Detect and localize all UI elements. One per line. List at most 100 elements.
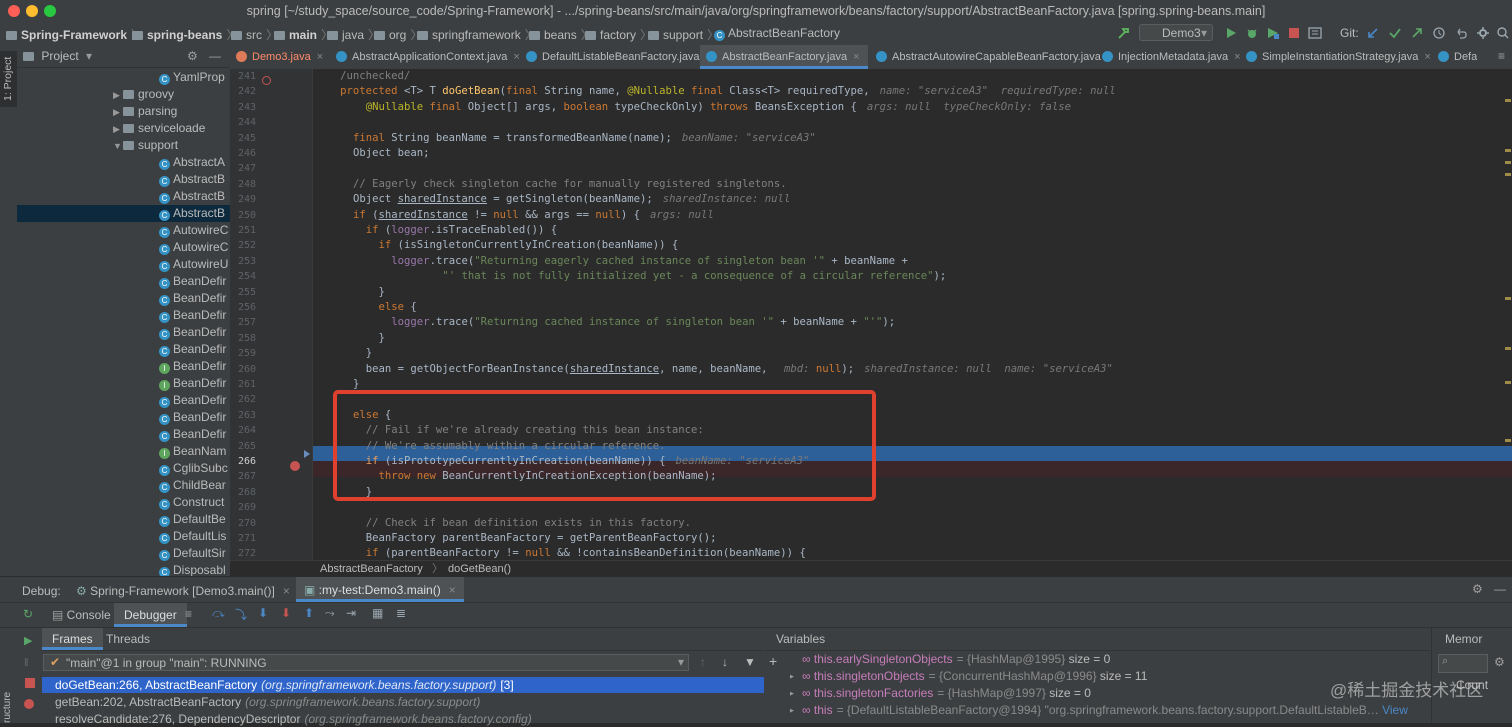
editor-gutter[interactable]: 241 242 243 244 245 246 247 248 249 250 251 252 253 2…: [230, 69, 313, 575]
tree-item[interactable]: C BeanDefir: [159, 324, 226, 341]
tree-item[interactable]: C DefaultSir: [159, 545, 226, 562]
tab-demo3[interactable]: Demo3.java ×: [230, 45, 336, 69]
tab-abstract-bean-factory[interactable]: AbstractBeanFactory.java ×: [700, 45, 868, 69]
tree-item[interactable]: ▶ serviceloade: [113, 120, 205, 137]
view-breakpoints-icon[interactable]: [24, 699, 34, 709]
run-to-cursor-icon[interactable]: ⇥: [346, 606, 356, 620]
tree-item[interactable]: C BeanDefir: [159, 307, 226, 324]
code-line[interactable]: final String beanName = transformedBeanN…: [353, 131, 816, 146]
close-icon[interactable]: ×: [513, 51, 519, 63]
project-panel-title[interactable]: Project: [41, 49, 78, 63]
nav-crumb-class[interactable]: C AbstractBeanFactory: [714, 26, 840, 41]
code-line[interactable]: Object bean;: [353, 146, 430, 161]
tree-item[interactable]: C YamlProp: [159, 69, 225, 86]
git-push-icon[interactable]: [1410, 26, 1424, 40]
frames-tab[interactable]: Frames: [42, 628, 103, 650]
evaluate-expression-icon[interactable]: ▦: [372, 606, 383, 620]
debug-icon[interactable]: [1245, 26, 1259, 40]
close-icon[interactable]: ×: [283, 584, 290, 598]
threads-tab[interactable]: Threads: [106, 632, 150, 646]
expand-arrow-icon[interactable]: ▶: [790, 685, 794, 702]
coverage-icon[interactable]: [1266, 26, 1280, 40]
tree-item[interactable]: C DefaultLis: [159, 528, 226, 545]
gear-icon[interactable]: ⚙: [187, 45, 198, 67]
code-line[interactable]: "' that is not fully initialized yet - a…: [442, 269, 946, 284]
chevron-right-icon[interactable]: ▶: [113, 121, 123, 138]
nav-crumb-module[interactable]: spring-beans〉: [132, 26, 238, 43]
trace-icon[interactable]: ≣: [396, 606, 406, 620]
expand-arrow-icon[interactable]: ▶: [790, 668, 794, 685]
code-line[interactable]: /unchecked/: [340, 69, 410, 84]
menu-icon[interactable]: ≡: [185, 607, 192, 621]
tree-item[interactable]: C AutowireC: [159, 239, 228, 256]
run-config-select[interactable]: Demo3 ▾: [1139, 24, 1213, 41]
nav-crumb-beans[interactable]: beans〉: [529, 26, 593, 43]
tree-item[interactable]: C Construct: [159, 494, 224, 511]
minimize-window-button[interactable]: [26, 5, 38, 17]
tree-item[interactable]: C AutowireU: [159, 256, 228, 273]
tab-abstract-application-context[interactable]: AbstractApplicationContext.java ×: [330, 45, 536, 69]
structure-icon[interactable]: [1308, 26, 1322, 40]
stop-icon[interactable]: [25, 678, 35, 688]
down-arrow-icon[interactable]: ↓: [722, 655, 728, 669]
tree-item[interactable]: I BeanNam: [159, 443, 226, 460]
rollback-icon[interactable]: [1454, 26, 1468, 40]
tree-item[interactable]: C BeanDefir: [159, 392, 226, 409]
console-tab[interactable]: ▤ Console: [52, 608, 111, 622]
memory-search-input[interactable]: ⌕: [1438, 654, 1488, 673]
tree-item[interactable]: ▼ support: [113, 137, 178, 154]
step-out-icon[interactable]: ⬆: [304, 606, 314, 620]
nav-crumb-factory[interactable]: factory 〉: [585, 26, 652, 43]
tree-item[interactable]: ▶ groovy: [113, 86, 174, 103]
variable-row[interactable]: ▶ ∞ this = {DefaultListableBeanFactory@199…: [790, 702, 1430, 719]
chevron-down-icon[interactable]: ▾: [86, 49, 92, 63]
run-icon[interactable]: [1224, 26, 1238, 40]
show-execution-point-icon[interactable]: ⤼: [212, 606, 225, 621]
code-line[interactable]: else {: [379, 300, 417, 315]
history-icon[interactable]: [1432, 26, 1446, 40]
variable-row[interactable]: ∞ this.earlySingletonObjects = {HashMap@1…: [790, 651, 1430, 668]
chevron-down-icon[interactable]: ▼: [113, 138, 123, 155]
breakpoint-icon[interactable]: [290, 461, 300, 471]
force-step-into-icon[interactable]: ⬇: [281, 606, 291, 620]
code-breadcrumb-class[interactable]: AbstractBeanFactory: [320, 561, 423, 577]
stop-icon[interactable]: [1287, 26, 1301, 40]
nav-crumb-support[interactable]: support〉: [648, 26, 719, 43]
nav-crumb-springframework[interactable]: springframework〉: [417, 26, 537, 43]
tree-item[interactable]: ▶ parsing: [113, 103, 177, 120]
filter-icon[interactable]: ▼: [744, 655, 756, 669]
breakpoint-icon[interactable]: [262, 76, 271, 85]
code-line[interactable]: protected <T> T doGetBean(final String n…: [340, 84, 1115, 99]
code-line[interactable]: logger.trace("Returning cached instance …: [391, 315, 895, 330]
code-line[interactable]: Object sharedInstance = getSingleton(bea…: [353, 192, 790, 207]
thread-selector[interactable]: ✔ "main"@1 in group "main": RUNNING ▾: [43, 654, 689, 671]
tree-item[interactable]: C BeanDefir: [159, 341, 226, 358]
tree-item[interactable]: C AbstractA: [159, 154, 225, 171]
code-line[interactable]: @Nullable final Object[] args, boolean t…: [366, 100, 1071, 115]
code-line[interactable]: if (sharedInstance != null && args == nu…: [353, 208, 714, 223]
debugger-tab[interactable]: Debugger: [114, 603, 187, 627]
pause-icon[interactable]: ‖: [24, 657, 29, 669]
tree-item[interactable]: C AbstractB: [159, 171, 225, 188]
settings-icon[interactable]: ⚙: [1494, 655, 1505, 669]
step-into-icon[interactable]: ⬇: [258, 606, 268, 620]
code-line[interactable]: if (isSingletonCurrentlyInCreation(beanN…: [379, 238, 679, 253]
memory-tab[interactable]: Memor: [1445, 632, 1482, 646]
code-line[interactable]: logger.trace("Returning eagerly cached i…: [391, 254, 908, 269]
nav-crumb-src[interactable]: src 〉: [231, 26, 278, 43]
nav-crumb-org[interactable]: org〉: [374, 26, 422, 43]
tree-item[interactable]: C BeanDefir: [159, 409, 226, 426]
tree-item[interactable]: I BeanDefir: [159, 375, 226, 392]
code-line[interactable]: }: [379, 331, 385, 346]
tab-abstract-autowire-capable-bean-factory[interactable]: AbstractAutowireCapableBeanFactory.java×: [870, 45, 1113, 69]
view-link[interactable]: View: [1379, 703, 1408, 717]
code-line[interactable]: }: [379, 285, 385, 300]
maximize-window-button[interactable]: [44, 5, 56, 17]
drop-frame-icon[interactable]: ⤳: [325, 606, 335, 621]
tree-item[interactable]: C AutowireC: [159, 222, 228, 239]
tree-item[interactable]: C Disposabl: [159, 562, 226, 576]
tree-item[interactable]: C CglibSubc: [159, 460, 228, 477]
nav-crumb-main[interactable]: main〉: [274, 26, 333, 43]
settings-icon[interactable]: [1476, 26, 1490, 40]
tree-item[interactable]: C BeanDefir: [159, 273, 226, 290]
